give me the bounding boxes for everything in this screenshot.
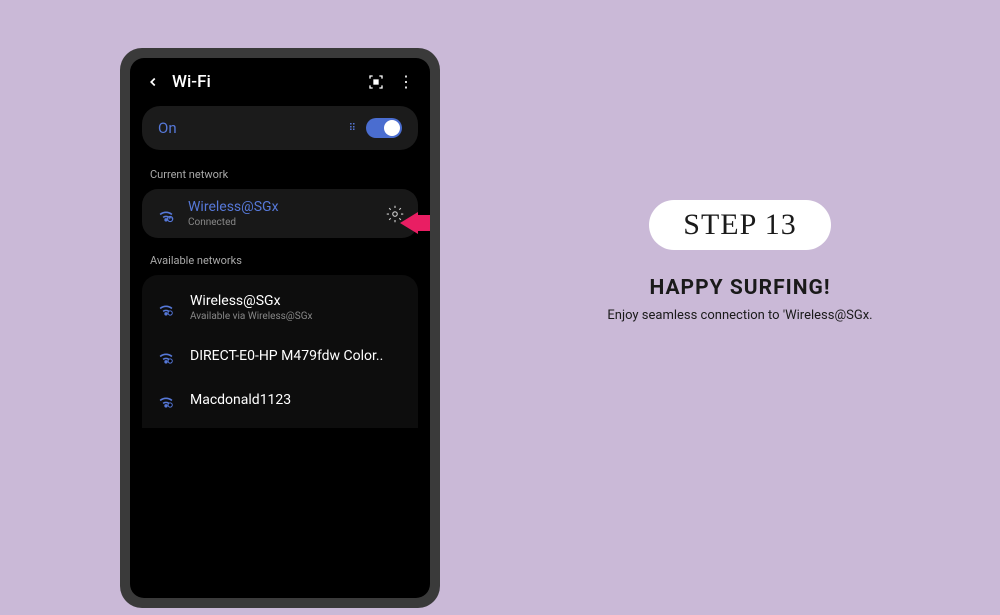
device-screen: Wi-Fi ⋮ On ⠿ Current network xyxy=(130,58,430,598)
instruction-panel: STEP 13 HAPPY SURFING! Enjoy seamless co… xyxy=(540,200,940,323)
wifi-icon xyxy=(156,204,176,224)
available-networks-label: Available networks xyxy=(142,254,418,267)
wifi-icon xyxy=(156,298,176,318)
wifi-icon xyxy=(156,346,176,366)
wifi-toggle[interactable] xyxy=(366,118,402,138)
wifi-state-label: On xyxy=(158,119,177,137)
back-icon[interactable] xyxy=(146,75,160,89)
instruction-title: HAPPY SURFING! xyxy=(540,276,940,300)
network-name: DIRECT-E0-HP M479fdw Color.. xyxy=(190,348,404,364)
current-network-status: Connected xyxy=(188,217,374,228)
network-item[interactable]: Macdonald1123 xyxy=(142,378,418,422)
tablet-frame: Wi-Fi ⋮ On ⠿ Current network xyxy=(120,48,440,608)
network-sub: Available via Wireless@SGx xyxy=(190,311,404,322)
gear-icon[interactable] xyxy=(386,205,404,223)
wifi-toggle-row: On ⠿ xyxy=(142,106,418,150)
step-badge: STEP 13 xyxy=(649,200,830,250)
available-networks-list: Wireless@SGx Available via Wireless@SGx … xyxy=(142,275,418,428)
page-title: Wi-Fi xyxy=(172,72,356,92)
current-network-card[interactable]: Wireless@SGx Connected xyxy=(142,189,418,238)
more-icon[interactable]: ⋮ xyxy=(398,74,414,90)
current-network-label: Current network xyxy=(142,168,418,181)
settings-header: Wi-Fi ⋮ xyxy=(142,72,418,92)
current-network-name: Wireless@SGx xyxy=(188,199,374,215)
network-name: Wireless@SGx xyxy=(190,293,404,309)
network-item[interactable]: DIRECT-E0-HP M479fdw Color.. xyxy=(142,334,418,378)
network-item[interactable]: Wireless@SGx Available via Wireless@SGx xyxy=(142,281,418,334)
pointer-arrow-icon xyxy=(400,212,430,234)
grid-icon[interactable]: ⠿ xyxy=(349,123,356,134)
network-name: Macdonald1123 xyxy=(190,392,404,408)
instruction-subtitle: Enjoy seamless connection to 'Wireless@S… xyxy=(540,308,940,323)
wifi-icon xyxy=(156,390,176,410)
qr-scan-icon[interactable] xyxy=(368,74,384,90)
